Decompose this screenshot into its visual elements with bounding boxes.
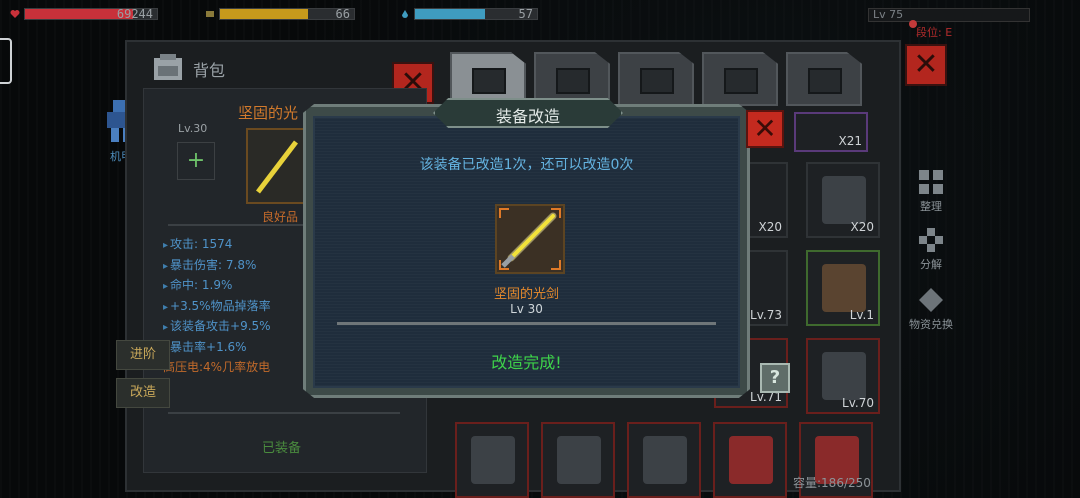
food-bar: 66 [219, 7, 355, 21]
heart-icon [10, 10, 20, 18]
grid-cell[interactable] [455, 422, 529, 498]
water-bar-fill [415, 9, 485, 19]
lightsaber-icon [256, 140, 298, 194]
window-close-button[interactable]: ✕ [905, 44, 947, 86]
hp-stat: 69244 [10, 7, 158, 21]
stat-line: 攻击: 1574 [163, 235, 271, 256]
special-effect-line: 高压电:4%几率放电 [163, 360, 271, 374]
divider [168, 412, 400, 414]
food-stat: 66 [205, 7, 355, 21]
grid-cell[interactable]: X20 [748, 162, 788, 238]
food-value: 66 [335, 7, 350, 21]
backpack-icon [154, 54, 182, 80]
stat-line: 命中: 1.9% [163, 276, 271, 297]
water-stat: 57 [400, 7, 538, 21]
helmet-icon [557, 436, 601, 484]
tab-materials[interactable] [618, 52, 694, 106]
player-level: Lv 75 [868, 8, 1030, 22]
armor-red-icon [729, 436, 773, 484]
pistol-icon [724, 68, 758, 94]
item-count: X21 [838, 134, 863, 148]
boots-icon [822, 352, 866, 400]
tab-toolbox[interactable] [534, 52, 610, 106]
dialog-message: 该装备已改造1次，还可以改造0次 [419, 157, 634, 173]
slot-corner [551, 208, 561, 218]
hp-bar: 69244 [24, 7, 158, 21]
help-button[interactable]: ? [760, 363, 790, 393]
decompose-button[interactable]: 分解 [901, 226, 961, 272]
binoculars-icon [808, 68, 842, 94]
add-slot-button[interactable]: + [177, 142, 215, 180]
stat-line: +3.5%物品掉落率 [163, 297, 271, 318]
hexagon-menu-button[interactable] [0, 38, 12, 84]
pants-icon [643, 436, 687, 484]
tab-backpack[interactable] [450, 52, 526, 106]
modify-button[interactable]: 改造 [116, 378, 170, 408]
slot-corner [499, 260, 509, 270]
grid-cell[interactable]: X20 [806, 162, 880, 238]
materials-icon [640, 68, 674, 94]
water-icon [402, 10, 408, 18]
sort-button[interactable]: 整理 [901, 168, 961, 214]
inventory-capacity: 容量:186/250 [793, 476, 871, 490]
exchange-icon [919, 288, 943, 312]
grid-cell[interactable]: Lv.73 [748, 250, 788, 326]
slot-corner [551, 260, 561, 270]
item-level: Lv.70 [842, 396, 874, 410]
grid-cell[interactable]: Lv.1 [806, 250, 880, 326]
food-bar-fill [220, 9, 309, 19]
grid-cell[interactable]: Lv.70 [806, 338, 880, 414]
stat-line: 该装备攻击+9.5% [163, 317, 271, 338]
exchange-label: 物资兑换 [909, 318, 953, 331]
decompose-icon [919, 228, 943, 252]
item-level: Lv.73 [750, 308, 782, 322]
item-level: Lv.1 [849, 308, 874, 322]
item-count: X20 [850, 220, 875, 234]
dialog-divider [337, 322, 716, 325]
grid-cell[interactable] [541, 422, 615, 498]
hp-value: 69244 [116, 7, 153, 21]
food-icon [206, 11, 214, 17]
tab-misc[interactable] [786, 52, 862, 106]
grid-cell[interactable] [627, 422, 701, 498]
backpack-tab-icon [472, 68, 506, 94]
item-quality: 良好品 [262, 210, 299, 224]
advance-button[interactable]: 进阶 [116, 340, 170, 370]
item-count: X20 [758, 220, 783, 234]
modify-complete-text: 改造完成! [491, 353, 562, 372]
dialog-title: 装备改造 [495, 107, 560, 126]
water-value: 57 [518, 7, 533, 21]
armor-icon [471, 436, 515, 484]
rank-label[interactable]: 段位: E [916, 24, 952, 40]
stat-line: 暴击率+1.6% [163, 338, 271, 359]
sort-label: 整理 [920, 200, 942, 213]
modify-result-dialog: 装备改造 该装备已改造1次，还可以改造0次 坚固的光剑 Lv 30 改造完成! [303, 98, 750, 398]
item-detail-level: Lv.30 [178, 122, 208, 135]
grid-cell[interactable] [713, 422, 787, 498]
water-bar: 57 [414, 7, 538, 21]
dialog-item-level: Lv 30 [510, 302, 543, 316]
item-detail-slot [246, 128, 306, 204]
inventory-title: 背包 [193, 61, 226, 80]
dialog-item-name: 坚固的光剑 [493, 287, 559, 302]
slot-corner [499, 208, 509, 218]
item-icon [822, 176, 866, 224]
grid-sort-icon [919, 170, 943, 194]
toolbox-icon [556, 68, 590, 94]
dialog-item-slot [495, 204, 565, 274]
rifle-icon [822, 264, 866, 312]
stat-line: 暴击伤害: 7.8% [163, 256, 271, 277]
dialog-close-button[interactable]: ✕ [746, 110, 784, 148]
item-detail-name: 坚固的光 [238, 104, 299, 122]
decompose-label: 分解 [920, 258, 942, 271]
grid-cell[interactable]: X21 [794, 112, 868, 152]
item-stats-list: 攻击: 1574 暴击伤害: 7.8% 命中: 1.9% +3.5%物品掉落率 … [163, 235, 271, 379]
tab-weapons[interactable] [702, 52, 778, 106]
equipped-label: 已装备 [262, 441, 302, 456]
exchange-button[interactable]: 物资兑换 [901, 286, 961, 332]
